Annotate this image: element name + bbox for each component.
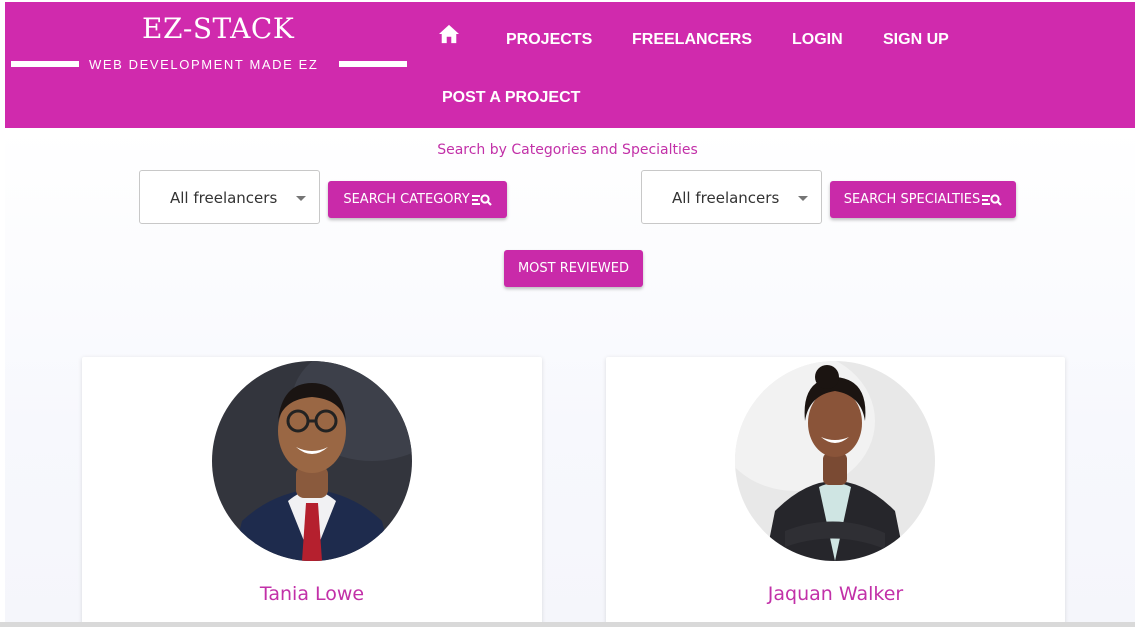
chevron-down-icon: [798, 196, 808, 201]
filter-search-icon: [982, 193, 1003, 206]
specialty-select-value: All freelancers: [672, 189, 780, 207]
chevron-down-icon: [296, 196, 306, 201]
search-category-label: SEARCH CATEGORY: [343, 192, 470, 207]
horizontal-scrollbar[interactable]: [0, 622, 1135, 627]
category-select[interactable]: All freelancers: [139, 170, 320, 224]
category-select-value: All freelancers: [170, 189, 278, 207]
home-icon[interactable]: [438, 24, 460, 44]
most-reviewed-label: MOST REVIEWED: [517, 261, 630, 276]
search-specialties-button[interactable]: SEARCH SPECIALTIES: [830, 181, 1016, 218]
nav-login[interactable]: LOGIN: [792, 31, 843, 49]
nav-signup[interactable]: SIGN UP: [883, 31, 949, 49]
freelancer-name[interactable]: Jaquan Walker: [606, 583, 1065, 605]
nav-freelancers[interactable]: FREELANCERS: [632, 31, 752, 49]
nav-projects[interactable]: PROJECTS: [506, 31, 592, 49]
search-category-button[interactable]: SEARCH CATEGORY: [328, 181, 507, 218]
search-heading: Search by Categories and Specialties: [437, 142, 698, 158]
logo-divider-left: [11, 61, 79, 67]
freelancer-name[interactable]: Tania Lowe: [82, 583, 542, 605]
brand-tagline: WEB DEVELOPMENT MADE EZ: [89, 57, 319, 72]
brand-title[interactable]: EZ-STACK: [142, 12, 294, 45]
specialty-select[interactable]: All freelancers: [641, 170, 822, 224]
avatar[interactable]: [212, 361, 412, 561]
logo-divider-right: [339, 61, 407, 67]
filter-search-icon: [471, 193, 492, 206]
nav-post-project[interactable]: POST A PROJECT: [442, 89, 580, 107]
most-reviewed-button[interactable]: MOST REVIEWED: [504, 250, 643, 287]
search-specialties-label: SEARCH SPECIALTIES: [843, 192, 981, 207]
avatar[interactable]: [735, 361, 935, 561]
